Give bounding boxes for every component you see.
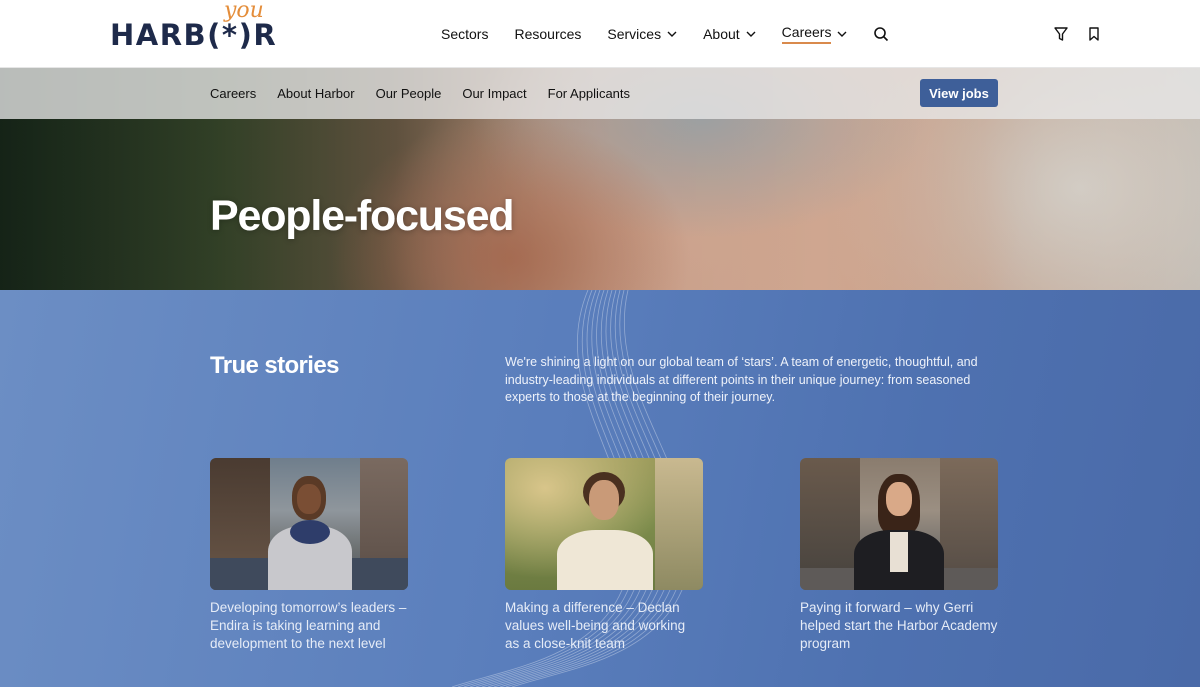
utility-icons (1053, 26, 1119, 42)
subnav-for-applicants[interactable]: For Applicants (548, 86, 630, 101)
careers-subnav: Careers About Harbor Our People Our Impa… (0, 68, 1200, 119)
story-photo-endira (210, 458, 408, 590)
main-nav: Sectors Resources Services About Careers (441, 24, 889, 44)
chevron-down-icon (746, 31, 756, 37)
chevron-down-icon (837, 31, 847, 37)
chevron-down-icon (667, 31, 677, 37)
harbor-logo[interactable]: HARB(*)R you (110, 0, 276, 58)
section-description: We're shining a light on our global team… (505, 355, 978, 404)
story-card-gerri[interactable]: Paying it forward – why Gerri helped sta… (800, 458, 998, 653)
story-photo-declan (505, 458, 703, 590)
nav-services[interactable]: Services (607, 26, 677, 42)
filter-icon[interactable] (1053, 26, 1069, 42)
subnav-about-harbor[interactable]: About Harbor (277, 86, 354, 101)
section-title: True stories (210, 352, 339, 379)
nav-label: Careers (781, 24, 832, 44)
nav-label: Resources (514, 26, 582, 42)
nav-careers[interactable]: Careers (781, 24, 848, 44)
logo-wordmark: HARB(*)R (110, 18, 278, 52)
subnav-careers[interactable]: Careers (210, 86, 256, 101)
stories-section: True stories We're shining a light on ou… (0, 290, 1200, 687)
nav-label: Sectors (441, 26, 489, 42)
bookmark-icon[interactable] (1086, 26, 1102, 42)
nav-resources[interactable]: Resources (514, 26, 581, 42)
nav-label: Services (607, 26, 662, 42)
nav-sectors[interactable]: Sectors (441, 26, 488, 42)
story-card-endira[interactable]: Developing tomorrow’s leaders – Endira i… (210, 458, 408, 653)
site-header: HARB(*)R you Sectors Resources Services … (0, 0, 1200, 68)
subnav-our-people[interactable]: Our People (376, 86, 442, 101)
story-card-declan[interactable]: Making a difference – Declan values well… (505, 458, 703, 653)
search-icon[interactable] (873, 26, 889, 42)
nav-about[interactable]: About (703, 26, 756, 42)
page-title: People-focused (210, 192, 515, 240)
hero-banner: Careers About Harbor Our People Our Impa… (0, 68, 1200, 290)
story-caption: Paying it forward – why Gerri helped sta… (800, 600, 998, 651)
subnav-our-impact[interactable]: Our Impact (462, 86, 526, 101)
story-photo-gerri (800, 458, 998, 590)
story-caption: Developing tomorrow’s leaders – Endira i… (210, 600, 407, 651)
view-jobs-button[interactable]: View jobs (920, 79, 998, 107)
story-caption: Making a difference – Declan values well… (505, 600, 686, 651)
nav-label: About (703, 26, 740, 42)
logo-tagline: you (224, 0, 264, 23)
